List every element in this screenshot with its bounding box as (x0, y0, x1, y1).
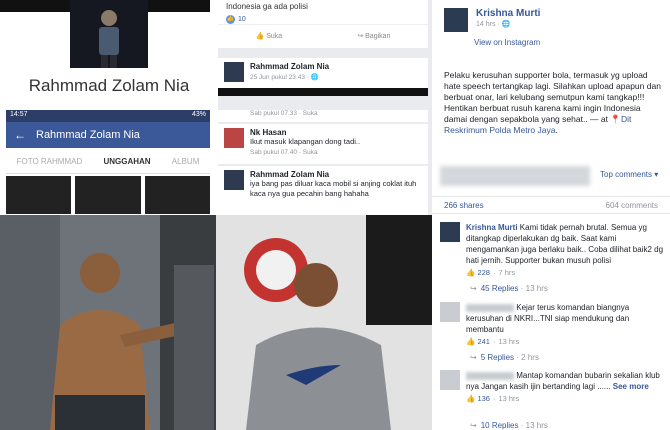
phone-status-bar: 14:57 43% (6, 110, 210, 122)
thumbs-up-icon: 👍 (466, 268, 478, 277)
cover-banner-left (0, 0, 70, 12)
profile-name[interactable]: Rahmmad Zolam Nia (0, 76, 218, 96)
comment-body: Kejar terus komandan biangnya kerusuhan … (466, 302, 664, 335)
back-arrow-icon[interactable]: ← (14, 128, 26, 142)
redacted-author (466, 303, 514, 312)
redacted-author (466, 371, 514, 380)
comment-item: Nk Hasan Ikut masuk klapangan dong tadi.… (218, 124, 428, 164)
status-time: 14:57 (10, 111, 28, 118)
avatar[interactable] (224, 128, 244, 148)
comment-likes[interactable]: 👍 228 (466, 268, 490, 277)
comment-likes[interactable]: 👍 241 (466, 337, 490, 346)
comment-meta: 👍 228 · 7 hrs (466, 268, 516, 277)
status-battery: 43% (191, 111, 206, 118)
comment-item: Mantap komandan bubarin sekalian klub ny… (440, 370, 664, 403)
post-author[interactable]: Rahmmad Zolam Nia (250, 62, 329, 71)
right-panel (432, 0, 670, 430)
cover-banner-right (148, 0, 210, 12)
profile-photo[interactable] (70, 0, 148, 68)
photo-thumbnails (6, 176, 210, 214)
post-caption: Pelaku kerusuhan supporter bola, termasu… (444, 70, 661, 135)
see-more-link[interactable]: See more (613, 382, 649, 391)
view-replies-link[interactable]: ↪ 45 Replies · 13 hrs (470, 284, 548, 293)
post-actions: 👍 Suka ↪ Bagikan (218, 24, 428, 46)
thumbnail[interactable] (6, 176, 72, 214)
comment-time: 13 hrs (498, 337, 520, 346)
comment-item: Kejar terus komandan biangnya kerusuhan … (440, 302, 664, 346)
post-date: 25 Jun pukul 23.43 · 🌐 (250, 74, 319, 81)
top-comments-dropdown[interactable]: Top comments ▾ (600, 170, 658, 179)
avatar[interactable] (440, 370, 460, 390)
phone-header-title: Rahmmad Zolam Nia (36, 129, 140, 141)
comment-item: Krishna Murti Kami tidak pernah brutal. … (440, 222, 664, 277)
reply-arrow-icon: ↪ (470, 421, 477, 430)
shares-count[interactable]: 266 shares (444, 201, 484, 210)
profile-tabs: FOTO RAHMMAD UNGGAHAN ALBUM (6, 150, 210, 174)
thumbs-up-icon: 👍 (466, 394, 478, 403)
view-on-instagram-link[interactable]: View on Instagram (474, 38, 540, 47)
like-label: Suka (266, 32, 283, 40)
comment-item: Rahmmad Zolam Nia iya bang pas diluar ka… (218, 166, 428, 216)
comment-meta: Sab pukul 07.33 · Suka (218, 110, 428, 122)
post-time: 14 hrs · 🌐 (476, 21, 511, 28)
comment-author[interactable]: Rahmmad Zolam Nia (250, 170, 422, 179)
view-replies-link[interactable]: ↪ 10 Replies · 13 hrs (470, 421, 548, 430)
like-count[interactable]: 👍 10 (226, 15, 420, 24)
comment-text: Ikut masuk klapangan dong tadi.. (250, 137, 361, 146)
thumbnail[interactable] (75, 176, 141, 214)
tab-unggahan[interactable]: UNGGAHAN (103, 157, 150, 166)
globe-icon: 🌐 (501, 21, 511, 28)
share-label: Bagikan (365, 32, 391, 40)
share-button[interactable]: ↪ Bagikan (357, 32, 390, 40)
comment-body: Krishna Murti Kami tidak pernah brutal. … (466, 222, 664, 266)
thumbnail[interactable] (144, 176, 210, 214)
comment-time: 7 hrs (498, 268, 516, 277)
like-button[interactable]: 👍 Suka (256, 32, 283, 40)
person-photo-icon (70, 0, 148, 68)
globe-icon: 🌐 (310, 74, 319, 81)
share-icon: ↪ (357, 32, 366, 40)
thumbs-up-icon: 👍 (466, 337, 478, 346)
comments-count[interactable]: 604 comments (606, 201, 658, 210)
comment-meta: 👍 241 · 13 hrs (466, 337, 520, 346)
blurred-reactions (440, 166, 590, 186)
comment-meta: Sab pukul 07.40 · Suka (250, 149, 318, 156)
photo-illustration-icon (216, 215, 432, 430)
comment-text: iya bang pas diluar kaca mobil si anjing… (250, 179, 417, 198)
reply-arrow-icon: ↪ (470, 353, 477, 362)
post-image-strip (218, 88, 428, 96)
arrest-photo-right (216, 215, 432, 430)
avatar[interactable] (440, 302, 460, 322)
view-replies-link[interactable]: ↪ 5 Replies · 2 hrs (470, 353, 539, 362)
phone-app-header: ← Rahmmad Zolam Nia (6, 122, 210, 148)
tab-foto[interactable]: FOTO RAHMMAD (17, 157, 83, 166)
comment-body: Mantap komandan bubarin sekalian klub ny… (466, 370, 664, 392)
avatar[interactable] (224, 62, 244, 82)
photo-illustration-icon (0, 215, 216, 430)
arrest-photo-left (0, 215, 216, 430)
comment-time: 13 hrs (498, 394, 520, 403)
comment-meta: 👍 136 · 13 hrs (466, 394, 520, 403)
like-bubble-icon: 👍 (226, 15, 235, 24)
avatar[interactable] (224, 170, 244, 190)
location-pin-icon: 📍 (610, 114, 621, 124)
tab-album[interactable]: ALBUM (172, 157, 200, 166)
avatar[interactable] (444, 8, 468, 32)
like-count-value: 10 (238, 16, 246, 23)
engagement-summary: 266 shares 604 comments (432, 196, 670, 214)
avatar[interactable] (440, 222, 460, 242)
comment-likes[interactable]: 👍 136 (466, 394, 490, 403)
post-author[interactable]: Krishna Murti (476, 8, 540, 19)
comment-author[interactable]: Krishna Murti (466, 223, 518, 232)
reply-arrow-icon: ↪ (470, 284, 477, 293)
post-caption-text: Indonesia ga ada polisi (226, 2, 308, 11)
comment-author[interactable]: Nk Hasan (250, 128, 360, 137)
thumbs-up-icon: 👍 (255, 32, 267, 40)
